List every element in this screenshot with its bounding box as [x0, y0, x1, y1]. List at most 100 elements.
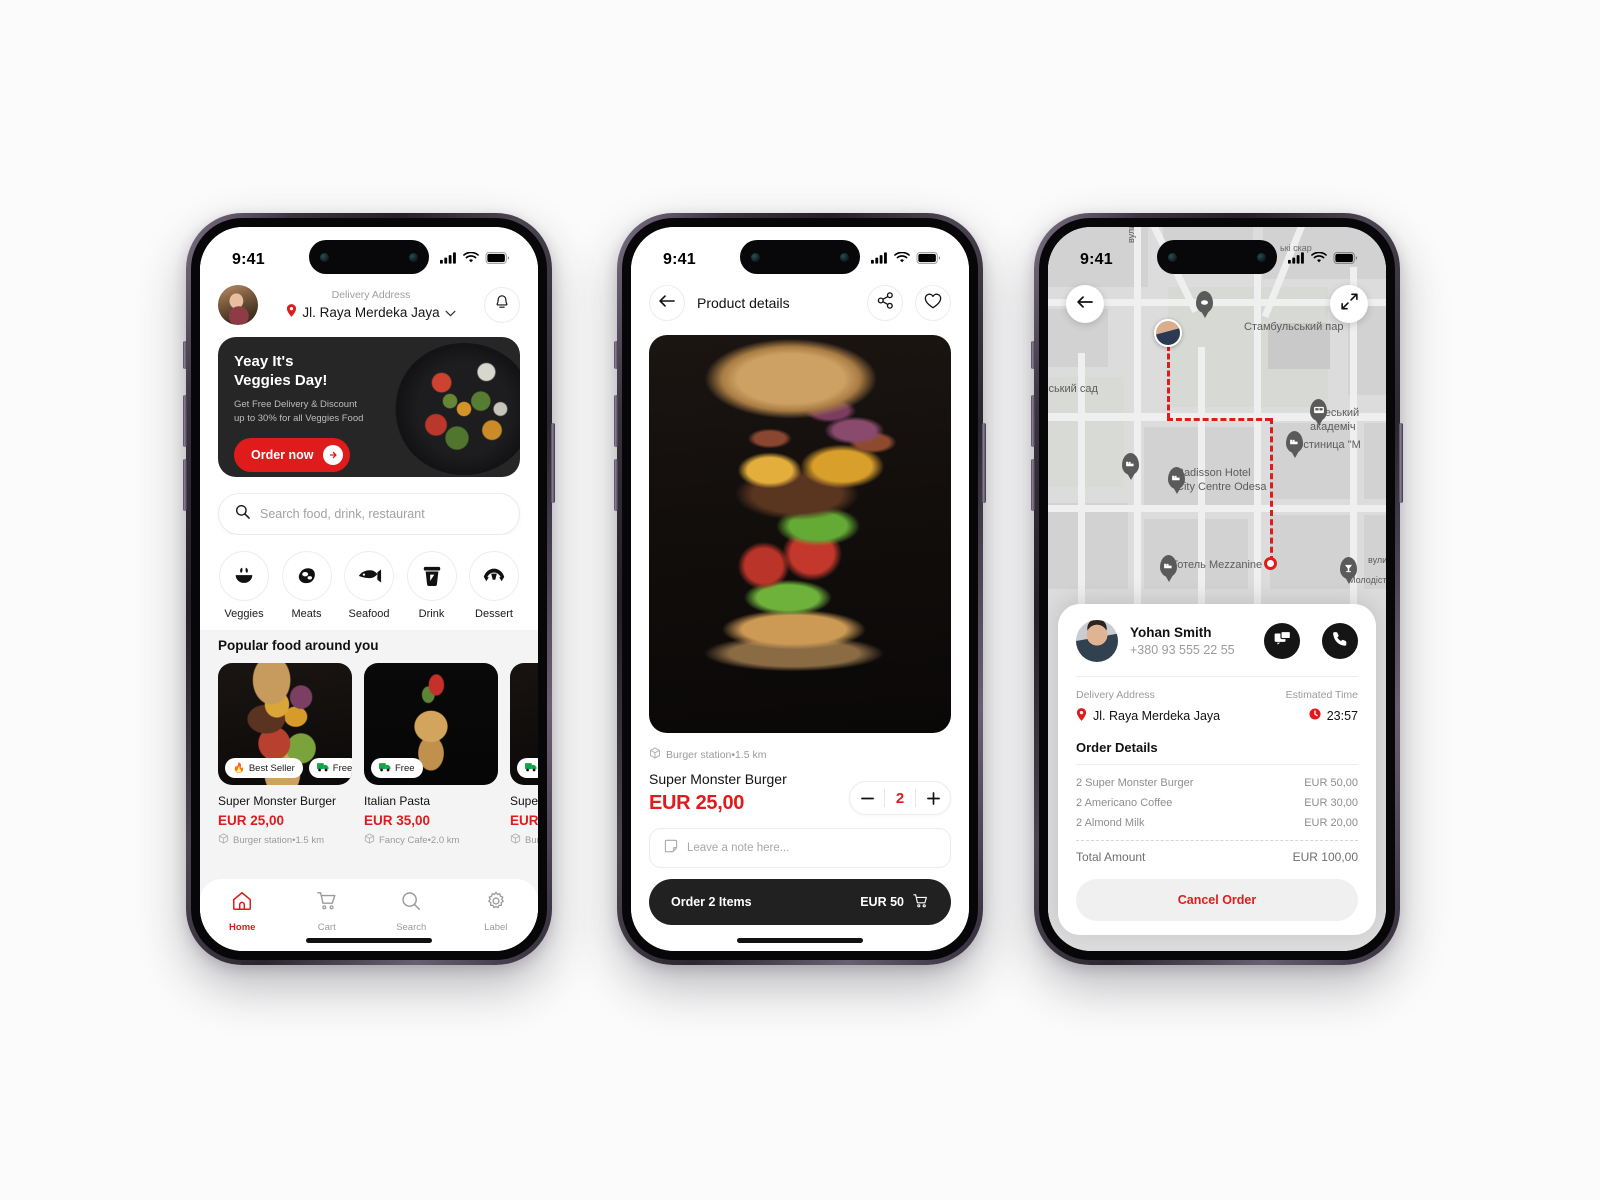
food-card[interactable]: Free Italian Pasta EUR 35,00 Fancy Cafe•… [364, 663, 498, 847]
food-card[interactable]: Free Super M EUR 25 Burge [510, 663, 538, 847]
map-pin-hotel[interactable] [1122, 453, 1139, 475]
cart-icon [913, 893, 929, 912]
delivery-address-label: Delivery Address [1076, 689, 1155, 701]
delivery-address-selector[interactable]: Delivery Address Jl. Raya Merdeka Jaya [268, 289, 474, 322]
quantity-increase-button[interactable] [916, 791, 950, 805]
message-driver-button[interactable] [1264, 623, 1300, 659]
back-button[interactable] [649, 285, 685, 321]
category-label: Veggies [224, 608, 264, 620]
order-item-name: 2 Super Monster Burger [1076, 777, 1194, 789]
product-price: EUR 25,00 [649, 792, 745, 814]
power-button[interactable] [982, 423, 986, 503]
map-pin-mezzanine[interactable] [1160, 555, 1177, 577]
map-pin-hotel[interactable] [1286, 431, 1303, 453]
destination-dot[interactable] [1264, 557, 1277, 570]
volume-up-button[interactable] [1031, 395, 1035, 447]
category-veggies[interactable]: Veggies [218, 551, 270, 620]
tab-home[interactable]: Home [200, 890, 285, 933]
back-button[interactable] [1066, 285, 1104, 323]
fire-icon: 🔥 [233, 762, 245, 774]
message-icon [1274, 631, 1291, 651]
delivery-info-row: Delivery Address Jl. Raya Merdeka Jaya E… [1076, 689, 1358, 724]
home-indicator[interactable] [737, 938, 863, 943]
call-driver-button[interactable] [1322, 623, 1358, 659]
cellular-signal-icon [440, 251, 457, 269]
map-pin-restaurant[interactable] [1310, 399, 1327, 421]
status-time: 9:41 [1080, 251, 1113, 268]
food-card[interactable]: 🔥 Best Seller Free Super Monster Burger … [218, 663, 352, 847]
badge-label: Free [332, 762, 352, 774]
food-card-badges: Free [517, 758, 538, 778]
promo-title: Yeay It's Veggies Day! [234, 352, 504, 390]
category-dessert[interactable]: Dessert [468, 551, 520, 620]
power-button[interactable] [551, 423, 555, 503]
order-item-name: 2 Almond Milk [1076, 817, 1145, 829]
dynamic-island [740, 240, 860, 274]
order-details-divider [1076, 764, 1358, 765]
status-icons [440, 251, 510, 269]
best-seller-badge: 🔥 Best Seller [225, 758, 303, 778]
quantity-value: 2 [895, 789, 905, 807]
courier-avatar-marker[interactable] [1154, 319, 1182, 347]
expand-map-button[interactable] [1330, 285, 1368, 323]
promo-banner[interactable]: Yeay It's Veggies Day! Get Free Delivery… [218, 337, 520, 477]
food-card-price: EUR 25 [510, 813, 538, 828]
order-tracking-sheet: Yohan Smith +380 93 555 22 55 Delivery A… [1058, 604, 1376, 935]
avatar[interactable] [218, 285, 258, 325]
category-label: Drink [418, 608, 445, 620]
delivery-address-row[interactable]: Jl. Raya Merdeka Jaya [268, 303, 474, 322]
map-top-controls [1066, 285, 1368, 323]
volume-up-button[interactable] [614, 395, 618, 447]
tab-label: Home [229, 922, 256, 933]
share-button[interactable] [867, 285, 903, 321]
delivery-address-value: Jl. Raya Merdeka Jaya [302, 305, 440, 320]
cancel-order-button[interactable]: Cancel Order [1076, 879, 1358, 921]
quantity-stepper[interactable]: 2 [849, 781, 951, 815]
category-drink[interactable]: Drink [406, 551, 458, 620]
free-delivery-badge: Free [308, 758, 352, 778]
box-icon [510, 833, 521, 847]
chevron-down-icon [445, 304, 456, 322]
status-time: 9:41 [232, 251, 265, 268]
map-pin-radisson[interactable] [1168, 467, 1185, 489]
phone-icon [1332, 631, 1348, 652]
category-meats[interactable]: Meats [281, 551, 333, 620]
order-item-name: 2 Americano Coffee [1076, 797, 1173, 809]
order-now-button[interactable]: Order now [234, 437, 350, 472]
search-placeholder: Search food, drink, restaurant [260, 507, 425, 521]
product-details-body: Product details Burger station•1.5 km Su… [631, 227, 969, 951]
note-input[interactable]: Leave a note here... [649, 828, 951, 868]
order-button[interactable]: Order 2 Items EUR 50 [649, 879, 951, 925]
silent-switch[interactable] [183, 341, 187, 369]
map-pin-bar[interactable] [1340, 557, 1357, 579]
battery-icon [485, 251, 510, 269]
volume-down-button[interactable] [1031, 459, 1035, 511]
food-card-badges: Free [371, 758, 423, 778]
power-button[interactable] [1399, 423, 1403, 503]
favorite-button[interactable] [915, 285, 951, 321]
tab-cart[interactable]: Cart [285, 890, 370, 933]
order-item-row: 2 Super Monster Burger EUR 50,00 [1076, 773, 1358, 793]
product-restaurant-label: Burger station•1.5 km [666, 748, 767, 761]
quantity-decrease-button[interactable] [850, 797, 884, 800]
order-total-value: EUR 50 [860, 895, 904, 909]
wifi-icon [1311, 251, 1327, 269]
silent-switch[interactable] [1031, 341, 1035, 369]
cart-icon [316, 892, 338, 916]
home-indicator[interactable] [306, 938, 432, 943]
tab-label[interactable]: Label [454, 890, 539, 933]
location-pin-icon [1076, 708, 1087, 724]
box-icon [364, 833, 375, 847]
volume-up-button[interactable] [183, 395, 187, 447]
category-seafood[interactable]: Seafood [343, 551, 395, 620]
tab-search[interactable]: Search [369, 890, 454, 933]
arrow-left-icon [1077, 295, 1093, 314]
silent-switch[interactable] [614, 341, 618, 369]
driver-avatar [1076, 620, 1118, 662]
notification-button[interactable] [484, 287, 520, 323]
popular-food-list[interactable]: 🔥 Best Seller Free Super Monster Burger … [200, 663, 538, 847]
search-input[interactable]: Search food, drink, restaurant [218, 493, 520, 535]
volume-down-button[interactable] [183, 459, 187, 511]
volume-down-button[interactable] [614, 459, 618, 511]
front-camera-icon [1168, 252, 1177, 262]
